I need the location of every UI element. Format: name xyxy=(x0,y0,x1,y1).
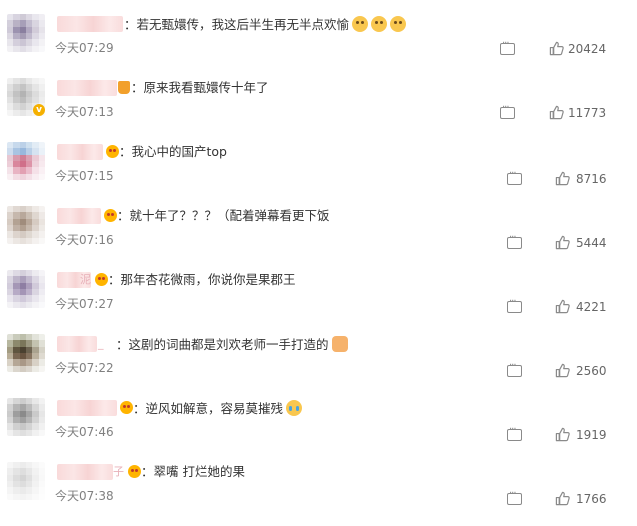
thumbs-up-icon[interactable] xyxy=(555,427,570,442)
comment-bubble-icon[interactable] xyxy=(507,296,522,313)
fan-badge-icon xyxy=(118,81,130,94)
like-count: 11773 xyxy=(568,106,607,120)
username-suffix: 泥 xyxy=(80,273,91,286)
comment-text: ：就十年了？？？（配着弹幕看更下饭 xyxy=(117,208,330,223)
comment-item: ：我心中的国产top 今天07:15 8716 xyxy=(0,142,637,206)
avatar[interactable] xyxy=(7,270,45,308)
username[interactable] xyxy=(57,208,101,224)
avatar[interactable] xyxy=(7,398,45,436)
vip-badge-icon xyxy=(104,209,117,222)
comment-item: 泥 ：那年杏花微雨，你说你是果郡王 今天07:27 4221 xyxy=(0,270,637,334)
thumbs-up-icon[interactable] xyxy=(555,363,570,378)
like-count: 1766 xyxy=(576,492,607,506)
comment-item: ：逆风如解意，容易莫摧残 今天07:46 1919 xyxy=(0,398,637,462)
comment-item: _ ：这剧的词曲都是刘欢老师一手打造的 今天07:22 2560 xyxy=(0,334,637,398)
like-count: 2560 xyxy=(576,364,607,378)
like-count: 20424 xyxy=(568,42,607,56)
doge-emoji-icon xyxy=(352,16,369,32)
fist-emoji-icon xyxy=(331,336,348,352)
comment-text: ：翠嘴 打烂她的果 xyxy=(141,464,245,479)
comment-item: 子 ：翠嘴 打烂她的果 今天07:38 1766 xyxy=(0,462,637,526)
comment-bubble-icon[interactable] xyxy=(507,232,522,249)
timestamp: 今天07:16 xyxy=(55,233,114,247)
timestamp: 今天07:46 xyxy=(55,425,114,439)
like-count: 8716 xyxy=(576,172,607,186)
comment-text: ：那年杏花微雨，你说你是果郡王 xyxy=(108,272,296,287)
comment-bubble-icon[interactable] xyxy=(500,38,515,55)
avatar[interactable] xyxy=(7,206,45,244)
comment-bubble-icon[interactable] xyxy=(507,168,522,185)
comment-text: ：这剧的词曲都是刘欢老师一手打造的 xyxy=(116,336,348,353)
thumbs-up-icon[interactable] xyxy=(555,235,570,250)
vip-badge-icon xyxy=(128,465,141,478)
timestamp: 今天07:15 xyxy=(55,169,114,183)
avatar[interactable] xyxy=(7,462,45,500)
thumbs-up-icon[interactable] xyxy=(555,171,570,186)
comment-bubble-icon[interactable] xyxy=(507,360,522,377)
thumbs-up-icon[interactable] xyxy=(555,491,570,506)
like-count: 5444 xyxy=(576,236,607,250)
comment-bubble-icon[interactable] xyxy=(507,424,522,441)
doge-emoji-icon xyxy=(390,16,407,32)
crying-emoji-icon xyxy=(286,400,303,416)
comment-text: ：若无甄嬛传，我这后半生再无半点欢愉 xyxy=(124,16,407,33)
comment-bubble-icon[interactable] xyxy=(507,488,522,505)
comment-text: ：原来我看甄嬛传十年了 xyxy=(131,80,269,95)
verified-badge-icon: v xyxy=(33,104,45,116)
timestamp: 今天07:29 xyxy=(55,41,114,55)
avatar[interactable] xyxy=(7,142,45,180)
timestamp: 今天07:22 xyxy=(55,361,114,375)
like-count: 1919 xyxy=(576,428,607,442)
vip-badge-icon xyxy=(120,401,133,414)
comment-bubble-icon[interactable] xyxy=(500,102,515,119)
username[interactable] xyxy=(57,80,117,96)
username-suffix: 子 xyxy=(113,465,124,478)
thumbs-up-icon[interactable] xyxy=(549,41,564,56)
username[interactable] xyxy=(57,16,123,32)
thumbs-up-icon[interactable] xyxy=(549,105,564,120)
like-count: 4221 xyxy=(576,300,607,314)
username[interactable] xyxy=(57,144,103,160)
comment-text: ：逆风如解意，容易莫摧残 xyxy=(133,400,303,417)
timestamp: 今天07:38 xyxy=(55,489,114,503)
username-suffix: _ xyxy=(98,337,104,350)
avatar[interactable] xyxy=(7,334,45,372)
thumbs-up-icon[interactable] xyxy=(555,299,570,314)
comment-item: ：若无甄嬛传，我这后半生再无半点欢愉 今天07:29 20424 xyxy=(0,14,637,78)
vip-badge-icon xyxy=(95,273,108,286)
comment-item: v ：原来我看甄嬛传十年了 今天07:13 11773 xyxy=(0,78,637,142)
doge-emoji-icon xyxy=(371,16,388,32)
timestamp: 今天07:27 xyxy=(55,297,114,311)
timestamp: 今天07:13 xyxy=(55,105,114,119)
username[interactable] xyxy=(57,336,97,352)
avatar[interactable] xyxy=(7,14,45,52)
comment-text: ：我心中的国产top xyxy=(119,144,227,159)
vip-badge-icon xyxy=(106,145,119,158)
username[interactable] xyxy=(57,400,117,416)
username[interactable] xyxy=(57,464,113,480)
comment-item: ：就十年了？？？（配着弹幕看更下饭 今天07:16 5444 xyxy=(0,206,637,270)
